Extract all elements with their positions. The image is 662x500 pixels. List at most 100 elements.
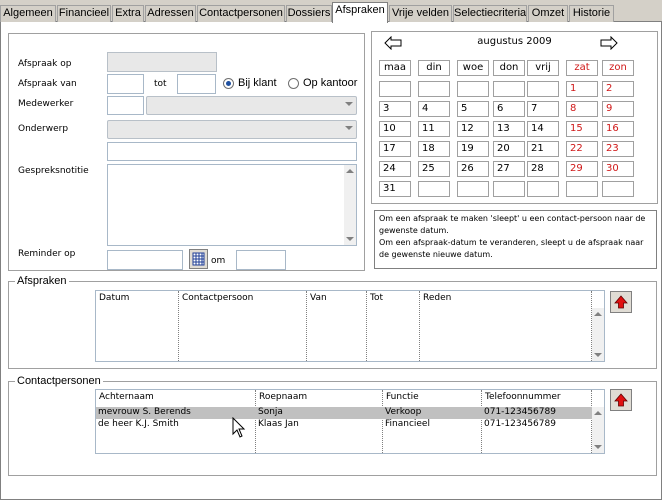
calendar-day-cell[interactable]: 28 xyxy=(527,161,559,177)
calendar-day-header: din xyxy=(418,60,450,76)
calendar-day-header: zat xyxy=(566,60,598,76)
calendar-day-cell[interactable]: 21 xyxy=(527,141,559,157)
next-month-arrow-icon[interactable] xyxy=(600,36,618,50)
tab-dossiers[interactable]: Dossiers xyxy=(286,5,332,22)
table-cell: Verkoop xyxy=(385,407,422,417)
calendar-day-cell[interactable] xyxy=(602,181,634,197)
column-header[interactable]: Van xyxy=(307,291,367,307)
calendar-day-cell[interactable] xyxy=(566,181,598,197)
contactpersonen-grid[interactable]: Achternaam Roepnaam Functie Telefoonnummer m… xyxy=(95,389,605,454)
column-header[interactable]: Reden xyxy=(420,291,592,307)
tab-historie[interactable]: Historie xyxy=(569,5,614,22)
calendar-day-cell[interactable]: 3 xyxy=(379,101,411,117)
calendar-day-cell[interactable] xyxy=(457,81,489,97)
medewerker-dropdown[interactable] xyxy=(146,96,357,115)
column-header[interactable]: Achternaam xyxy=(96,390,256,406)
calendar-day-cell[interactable]: 30 xyxy=(602,161,634,177)
op-kantoor-radio[interactable] xyxy=(288,78,299,89)
afspraken-group: Afspraken Datum Contactpersoon Van Tot Reden xyxy=(8,275,657,369)
table-row[interactable]: mevrouw S. Berends Sonja Verkoop 071-123456… xyxy=(96,407,592,419)
calendar-day-cell[interactable]: 26 xyxy=(457,161,489,177)
calendar-day-cell[interactable] xyxy=(457,181,489,197)
bij-klant-label[interactable]: Bij klant xyxy=(238,77,277,89)
calendar-day-cell[interactable]: 15 xyxy=(566,121,598,137)
afspraak-op-label: Afspraak op xyxy=(18,59,72,69)
column-divider xyxy=(96,308,179,361)
calendar-day-header: woe xyxy=(457,60,489,76)
calendar-picker-button[interactable] xyxy=(189,249,208,269)
reminder-date-field[interactable] xyxy=(107,250,183,270)
calendar-day-cell[interactable]: 13 xyxy=(493,121,525,137)
bij-klant-radio[interactable] xyxy=(223,78,234,89)
table-cell: Sonja xyxy=(258,407,283,417)
afspraken-group-title: Afspraken xyxy=(15,275,69,287)
column-header[interactable]: Telefoonnummer xyxy=(482,390,592,406)
afspraken-scrollbar[interactable] xyxy=(592,308,604,361)
calendar-day-cell[interactable]: 12 xyxy=(457,121,489,137)
tab-algemeen[interactable]: Algemeen xyxy=(0,5,56,22)
calendar-day-cell[interactable] xyxy=(493,181,525,197)
afspraak-op-field[interactable] xyxy=(107,52,217,72)
notes-scrollbar[interactable] xyxy=(344,165,356,245)
calendar-day-cell[interactable] xyxy=(493,81,525,97)
calendar-day-cell[interactable] xyxy=(418,181,450,197)
calendar-day-cell[interactable]: 2 xyxy=(602,81,634,97)
calendar-day-cell[interactable]: 10 xyxy=(379,121,411,137)
calendar-day-cell[interactable]: 8 xyxy=(566,101,598,117)
tab-contactpersonen[interactable]: Contactpersonen xyxy=(197,5,285,22)
tab-financieel[interactable]: Financieel xyxy=(57,5,111,22)
calendar-day-cell[interactable]: 5 xyxy=(457,101,489,117)
calendar-day-cell[interactable] xyxy=(379,81,411,97)
afspraak-tot-field[interactable] xyxy=(177,74,216,94)
table-row[interactable]: de heer K.J. Smith Klaas Jan Financieel 071… xyxy=(96,419,592,431)
onderwerp-label: Onderwerp xyxy=(18,124,69,134)
calendar-day-cell[interactable]: 9 xyxy=(602,101,634,117)
calendar-day-cell[interactable]: 25 xyxy=(418,161,450,177)
calendar-day-cell[interactable]: 29 xyxy=(566,161,598,177)
onderwerp-dropdown[interactable] xyxy=(107,120,357,139)
reminder-time-field[interactable] xyxy=(236,250,286,270)
calendar-day-cell[interactable]: 31 xyxy=(379,181,411,197)
calendar-day-cell[interactable] xyxy=(527,81,559,97)
calendar-day-cell[interactable]: 4 xyxy=(418,101,450,117)
tab-vrije-velden[interactable]: Vrije velden xyxy=(389,5,452,22)
contactpersonen-group: Contactpersonen Achternaam Roepnaam Functi… xyxy=(8,375,657,476)
gespreksnotitie-textarea[interactable] xyxy=(107,164,357,246)
medewerker-code-field[interactable] xyxy=(107,96,144,115)
tab-extra[interactable]: Extra xyxy=(112,5,144,22)
column-header[interactable]: Datum xyxy=(96,291,179,307)
calendar-day-cell[interactable] xyxy=(418,81,450,97)
table-cell: 071-123456789 xyxy=(484,407,556,417)
tab-adressen[interactable]: Adressen xyxy=(145,5,196,22)
tab-selectiecriteria[interactable]: Selectiecriteria xyxy=(453,5,527,22)
op-kantoor-label[interactable]: Op kantoor xyxy=(303,77,357,89)
calendar-day-cell[interactable]: 18 xyxy=(418,141,450,157)
calendar-day-cell[interactable]: 14 xyxy=(527,121,559,137)
afspraak-van-field[interactable] xyxy=(107,74,144,94)
calendar-day-cell[interactable]: 27 xyxy=(493,161,525,177)
contactpersonen-scrollbar[interactable] xyxy=(592,407,604,453)
afspraken-grid[interactable]: Datum Contactpersoon Van Tot Reden xyxy=(95,290,605,362)
afspraken-up-button[interactable] xyxy=(610,291,632,313)
calendar-day-cell[interactable]: 6 xyxy=(493,101,525,117)
calendar-day-cell[interactable]: 1 xyxy=(566,81,598,97)
calendar-day-cell[interactable]: 16 xyxy=(602,121,634,137)
column-header[interactable]: Contactpersoon xyxy=(179,291,307,307)
onderwerp-text-field[interactable] xyxy=(107,142,357,161)
calendar-day-cell[interactable]: 19 xyxy=(457,141,489,157)
calendar-day-cell[interactable]: 11 xyxy=(418,121,450,137)
calendar-day-cell[interactable]: 24 xyxy=(379,161,411,177)
column-header[interactable]: Functie xyxy=(383,390,482,406)
column-header[interactable]: Tot xyxy=(367,291,420,307)
calendar-day-cell[interactable]: 20 xyxy=(493,141,525,157)
calendar-day-cell[interactable]: 7 xyxy=(527,101,559,117)
calendar-day-cell[interactable] xyxy=(527,181,559,197)
tab-omzet[interactable]: Omzet xyxy=(528,5,568,22)
calendar-day-cell[interactable]: 23 xyxy=(602,141,634,157)
calendar-day-cell[interactable]: 22 xyxy=(566,141,598,157)
contactpersonen-up-button[interactable] xyxy=(610,389,632,411)
calendar-day-header: zon xyxy=(602,60,634,76)
column-header[interactable]: Roepnaam xyxy=(256,390,383,406)
calendar-day-cell[interactable]: 17 xyxy=(379,141,411,157)
tab-afspraken[interactable]: Afspraken xyxy=(332,2,388,23)
